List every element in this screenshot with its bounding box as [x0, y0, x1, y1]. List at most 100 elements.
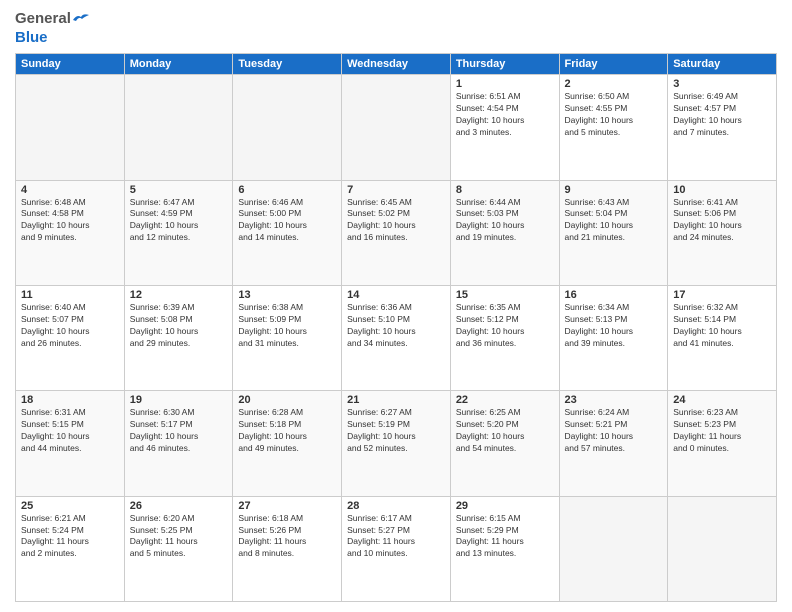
calendar-cell: 7Sunrise: 6:45 AM Sunset: 5:02 PM Daylig… — [342, 180, 451, 285]
day-number: 7 — [347, 184, 445, 196]
calendar-cell: 6Sunrise: 6:46 AM Sunset: 5:00 PM Daylig… — [233, 180, 342, 285]
day-number: 16 — [565, 289, 663, 301]
logo-blue: Blue — [15, 29, 48, 46]
day-info: Sunrise: 6:25 AM Sunset: 5:20 PM Dayligh… — [456, 407, 554, 455]
day-info: Sunrise: 6:46 AM Sunset: 5:00 PM Dayligh… — [238, 197, 336, 245]
day-info: Sunrise: 6:24 AM Sunset: 5:21 PM Dayligh… — [565, 407, 663, 455]
day-info: Sunrise: 6:40 AM Sunset: 5:07 PM Dayligh… — [21, 302, 119, 350]
day-number: 26 — [130, 500, 228, 512]
calendar-cell: 1Sunrise: 6:51 AM Sunset: 4:54 PM Daylig… — [450, 75, 559, 180]
calendar-cell: 18Sunrise: 6:31 AM Sunset: 5:15 PM Dayli… — [16, 391, 125, 496]
day-number: 1 — [456, 78, 554, 90]
logo: GeneralBlue — [15, 10, 89, 47]
day-info: Sunrise: 6:38 AM Sunset: 5:09 PM Dayligh… — [238, 302, 336, 350]
day-info: Sunrise: 6:34 AM Sunset: 5:13 PM Dayligh… — [565, 302, 663, 350]
calendar-cell: 19Sunrise: 6:30 AM Sunset: 5:17 PM Dayli… — [124, 391, 233, 496]
day-info: Sunrise: 6:41 AM Sunset: 5:06 PM Dayligh… — [673, 197, 771, 245]
day-number: 20 — [238, 394, 336, 406]
day-info: Sunrise: 6:45 AM Sunset: 5:02 PM Dayligh… — [347, 197, 445, 245]
calendar-cell: 3Sunrise: 6:49 AM Sunset: 4:57 PM Daylig… — [668, 75, 777, 180]
calendar-cell: 9Sunrise: 6:43 AM Sunset: 5:04 PM Daylig… — [559, 180, 668, 285]
day-header-saturday: Saturday — [668, 54, 777, 75]
day-number: 17 — [673, 289, 771, 301]
day-info: Sunrise: 6:28 AM Sunset: 5:18 PM Dayligh… — [238, 407, 336, 455]
day-header-wednesday: Wednesday — [342, 54, 451, 75]
header: GeneralBlue — [15, 10, 777, 47]
day-info: Sunrise: 6:50 AM Sunset: 4:55 PM Dayligh… — [565, 91, 663, 139]
calendar-cell: 2Sunrise: 6:50 AM Sunset: 4:55 PM Daylig… — [559, 75, 668, 180]
calendar-cell: 13Sunrise: 6:38 AM Sunset: 5:09 PM Dayli… — [233, 285, 342, 390]
calendar-cell — [668, 496, 777, 601]
day-info: Sunrise: 6:51 AM Sunset: 4:54 PM Dayligh… — [456, 91, 554, 139]
calendar-cell — [342, 75, 451, 180]
calendar-cell: 11Sunrise: 6:40 AM Sunset: 5:07 PM Dayli… — [16, 285, 125, 390]
day-number: 4 — [21, 184, 119, 196]
calendar-cell: 14Sunrise: 6:36 AM Sunset: 5:10 PM Dayli… — [342, 285, 451, 390]
day-header-friday: Friday — [559, 54, 668, 75]
day-number: 27 — [238, 500, 336, 512]
day-number: 15 — [456, 289, 554, 301]
day-info: Sunrise: 6:30 AM Sunset: 5:17 PM Dayligh… — [130, 407, 228, 455]
day-number: 25 — [21, 500, 119, 512]
calendar-cell — [124, 75, 233, 180]
bird-icon — [71, 12, 89, 26]
day-number: 22 — [456, 394, 554, 406]
day-number: 19 — [130, 394, 228, 406]
day-number: 18 — [21, 394, 119, 406]
calendar-cell: 29Sunrise: 6:15 AM Sunset: 5:29 PM Dayli… — [450, 496, 559, 601]
day-info: Sunrise: 6:17 AM Sunset: 5:27 PM Dayligh… — [347, 513, 445, 561]
day-number: 23 — [565, 394, 663, 406]
day-info: Sunrise: 6:49 AM Sunset: 4:57 PM Dayligh… — [673, 91, 771, 139]
day-info: Sunrise: 6:27 AM Sunset: 5:19 PM Dayligh… — [347, 407, 445, 455]
day-number: 3 — [673, 78, 771, 90]
calendar-cell: 20Sunrise: 6:28 AM Sunset: 5:18 PM Dayli… — [233, 391, 342, 496]
calendar-cell: 17Sunrise: 6:32 AM Sunset: 5:14 PM Dayli… — [668, 285, 777, 390]
day-info: Sunrise: 6:23 AM Sunset: 5:23 PM Dayligh… — [673, 407, 771, 455]
day-header-thursday: Thursday — [450, 54, 559, 75]
day-number: 14 — [347, 289, 445, 301]
calendar-cell: 21Sunrise: 6:27 AM Sunset: 5:19 PM Dayli… — [342, 391, 451, 496]
day-number: 2 — [565, 78, 663, 90]
day-info: Sunrise: 6:15 AM Sunset: 5:29 PM Dayligh… — [456, 513, 554, 561]
calendar-cell: 16Sunrise: 6:34 AM Sunset: 5:13 PM Dayli… — [559, 285, 668, 390]
calendar-page: GeneralBlue SundayMondayTuesdayWednesday… — [0, 0, 792, 612]
day-number: 5 — [130, 184, 228, 196]
day-header-tuesday: Tuesday — [233, 54, 342, 75]
day-info: Sunrise: 6:21 AM Sunset: 5:24 PM Dayligh… — [21, 513, 119, 561]
calendar-cell: 26Sunrise: 6:20 AM Sunset: 5:25 PM Dayli… — [124, 496, 233, 601]
calendar-cell: 23Sunrise: 6:24 AM Sunset: 5:21 PM Dayli… — [559, 391, 668, 496]
calendar-cell: 24Sunrise: 6:23 AM Sunset: 5:23 PM Dayli… — [668, 391, 777, 496]
day-number: 9 — [565, 184, 663, 196]
calendar-cell — [559, 496, 668, 601]
calendar-cell: 8Sunrise: 6:44 AM Sunset: 5:03 PM Daylig… — [450, 180, 559, 285]
calendar-table: SundayMondayTuesdayWednesdayThursdayFrid… — [15, 53, 777, 602]
day-number: 12 — [130, 289, 228, 301]
day-number: 21 — [347, 394, 445, 406]
day-number: 11 — [21, 289, 119, 301]
calendar-cell: 4Sunrise: 6:48 AM Sunset: 4:58 PM Daylig… — [16, 180, 125, 285]
calendar-cell: 10Sunrise: 6:41 AM Sunset: 5:06 PM Dayli… — [668, 180, 777, 285]
day-number: 8 — [456, 184, 554, 196]
day-info: Sunrise: 6:32 AM Sunset: 5:14 PM Dayligh… — [673, 302, 771, 350]
day-info: Sunrise: 6:35 AM Sunset: 5:12 PM Dayligh… — [456, 302, 554, 350]
logo-general: General — [15, 10, 71, 28]
day-header-sunday: Sunday — [16, 54, 125, 75]
day-info: Sunrise: 6:31 AM Sunset: 5:15 PM Dayligh… — [21, 407, 119, 455]
day-info: Sunrise: 6:18 AM Sunset: 5:26 PM Dayligh… — [238, 513, 336, 561]
calendar-cell — [16, 75, 125, 180]
day-info: Sunrise: 6:20 AM Sunset: 5:25 PM Dayligh… — [130, 513, 228, 561]
calendar-cell: 22Sunrise: 6:25 AM Sunset: 5:20 PM Dayli… — [450, 391, 559, 496]
day-number: 28 — [347, 500, 445, 512]
day-info: Sunrise: 6:39 AM Sunset: 5:08 PM Dayligh… — [130, 302, 228, 350]
day-info: Sunrise: 6:48 AM Sunset: 4:58 PM Dayligh… — [21, 197, 119, 245]
day-number: 24 — [673, 394, 771, 406]
day-info: Sunrise: 6:43 AM Sunset: 5:04 PM Dayligh… — [565, 197, 663, 245]
day-info: Sunrise: 6:47 AM Sunset: 4:59 PM Dayligh… — [130, 197, 228, 245]
day-number: 10 — [673, 184, 771, 196]
calendar-cell: 15Sunrise: 6:35 AM Sunset: 5:12 PM Dayli… — [450, 285, 559, 390]
calendar-cell: 5Sunrise: 6:47 AM Sunset: 4:59 PM Daylig… — [124, 180, 233, 285]
calendar-cell — [233, 75, 342, 180]
calendar-cell: 25Sunrise: 6:21 AM Sunset: 5:24 PM Dayli… — [16, 496, 125, 601]
day-info: Sunrise: 6:44 AM Sunset: 5:03 PM Dayligh… — [456, 197, 554, 245]
calendar-cell: 27Sunrise: 6:18 AM Sunset: 5:26 PM Dayli… — [233, 496, 342, 601]
